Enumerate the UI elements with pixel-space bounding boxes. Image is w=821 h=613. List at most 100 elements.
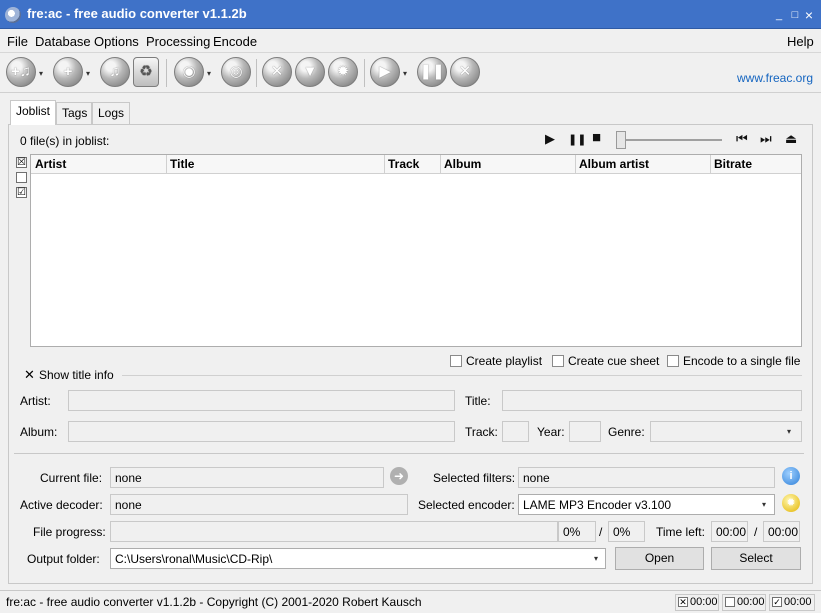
column-divider[interactable]: [575, 155, 576, 174]
toolbar-separator: [256, 59, 257, 87]
selected-filters-label: Selected filters:: [433, 471, 516, 485]
encoder-settings-icon[interactable]: ✹: [782, 494, 800, 512]
album-field: [68, 421, 455, 442]
output-folder-input[interactable]: C:\Users\ronal\Music\CD-Rip\: [110, 548, 606, 569]
status-bar: fre:ac - free audio converter v1.1.2b - …: [0, 590, 821, 613]
query-cddb-dropdown[interactable]: ▾: [207, 69, 211, 78]
menu-encode[interactable]: Encode: [213, 34, 257, 49]
create-cue-sheet-label[interactable]: Create cue sheet: [568, 354, 659, 368]
menu-options[interactable]: Options: [94, 34, 139, 49]
status-checkbox-icon: ✕: [678, 597, 688, 608]
status-cell-unchecked: 00:00: [722, 594, 766, 611]
year-label: Year:: [537, 425, 565, 439]
genre-select: [650, 421, 802, 442]
output-folder-dropdown-arrow[interactable]: ▾: [594, 554, 598, 563]
time-left-label: Time left:: [656, 525, 705, 539]
filter-icon[interactable]: ▼: [295, 57, 325, 87]
create-playlist-checkbox[interactable]: [450, 355, 462, 367]
settings-gear-icon[interactable]: ✹: [328, 57, 358, 87]
toggle-check-button[interactable]: ☑: [16, 187, 27, 198]
check-none-button[interactable]: [16, 172, 27, 183]
active-decoder-field: none: [110, 494, 408, 515]
query-cddb-icon[interactable]: ◉: [174, 57, 204, 87]
show-title-info-label[interactable]: Show title info: [39, 368, 114, 382]
skip-file-icon[interactable]: ➜: [390, 467, 408, 485]
pause-button[interactable]: ❚❚: [568, 133, 586, 146]
start-encoding-dropdown[interactable]: ▾: [403, 69, 407, 78]
stop-encoding-icon[interactable]: ✕: [450, 57, 480, 87]
tab-logs[interactable]: Logs: [92, 102, 130, 124]
seek-slider-thumb[interactable]: [616, 131, 626, 149]
stop-button[interactable]: ■: [592, 129, 601, 146]
tab-joblist[interactable]: Joblist: [10, 100, 56, 125]
column-divider[interactable]: [166, 155, 167, 174]
configure-icon[interactable]: ✕: [262, 57, 292, 87]
show-title-info-checkbox[interactable]: ✕: [24, 368, 35, 381]
menu-file[interactable]: File: [7, 34, 28, 49]
joblist-header: Artist Title Track Album Album artist Bi…: [31, 155, 801, 174]
next-track-button[interactable]: ⏭: [760, 131, 772, 147]
open-button[interactable]: Open: [615, 547, 704, 570]
current-file-field: none: [110, 467, 384, 488]
clear-joblist-icon[interactable]: ♻: [133, 57, 159, 87]
minimize-button[interactable]: _: [773, 9, 785, 21]
track-label: Track:: [465, 425, 498, 439]
menu-bar: File Database Options Processing Encode …: [0, 29, 821, 53]
selected-filters-field: none: [518, 467, 775, 488]
encode-single-file-label[interactable]: Encode to a single file: [683, 354, 800, 368]
submit-cddb-icon[interactable]: ◎: [221, 57, 251, 87]
status-time: 00:00: [690, 596, 718, 608]
column-divider[interactable]: [384, 155, 385, 174]
tab-tags[interactable]: Tags: [56, 102, 92, 124]
pause-encoding-icon[interactable]: ❚❚: [417, 57, 447, 87]
encoder-select[interactable]: LAME MP3 Encoder v3.100: [518, 494, 775, 515]
column-title[interactable]: Title: [170, 157, 194, 171]
app-icon[interactable]: [5, 7, 21, 23]
check-all-button[interactable]: ☒: [16, 157, 27, 168]
seek-slider-track[interactable]: [622, 139, 722, 141]
column-divider[interactable]: [710, 155, 711, 174]
start-encoding-icon[interactable]: ▶: [370, 57, 400, 87]
status-checkbox-icon: [725, 597, 735, 608]
maximize-button[interactable]: □: [789, 9, 801, 21]
menu-help[interactable]: Help: [787, 34, 814, 49]
column-divider[interactable]: [440, 155, 441, 174]
status-checkbox-icon: ✓: [772, 597, 782, 608]
column-bitrate[interactable]: Bitrate: [714, 157, 752, 171]
track-field: [502, 421, 529, 442]
year-field: [569, 421, 601, 442]
website-link[interactable]: www.freac.org: [737, 71, 813, 85]
status-text: fre:ac - free audio converter v1.1.2b - …: [6, 595, 422, 609]
joblist-count: 0 file(s) in joblist:: [20, 134, 110, 148]
create-playlist-label[interactable]: Create playlist: [466, 354, 542, 368]
joblist-table[interactable]: Artist Title Track Album Album artist Bi…: [30, 154, 802, 347]
encoder-dropdown-arrow[interactable]: ▾: [762, 500, 766, 509]
select-button[interactable]: Select: [711, 547, 801, 570]
toolbar-separator: [166, 59, 167, 87]
create-cue-sheet-checkbox[interactable]: [552, 355, 564, 367]
add-folder-dropdown[interactable]: ▾: [86, 69, 90, 78]
column-album[interactable]: Album: [444, 157, 481, 171]
play-button[interactable]: ▶: [545, 131, 555, 147]
encode-single-file-checkbox[interactable]: [667, 355, 679, 367]
title-label: Title:: [465, 394, 491, 408]
add-files-icon[interactable]: +♫: [6, 57, 36, 87]
window-title: fre:ac - free audio converter v1.1.2b: [27, 6, 247, 21]
add-folder-icon[interactable]: +: [53, 57, 83, 87]
status-time: 00:00: [737, 596, 765, 608]
add-files-dropdown[interactable]: ▾: [39, 69, 43, 78]
close-button[interactable]: ×: [803, 8, 815, 22]
menu-database[interactable]: Database: [35, 34, 91, 49]
column-album-artist[interactable]: Album artist: [579, 157, 649, 171]
column-track[interactable]: Track: [388, 157, 419, 171]
current-file-label: Current file:: [40, 471, 103, 485]
filters-info-icon[interactable]: i: [782, 467, 800, 485]
title-field: [502, 390, 802, 411]
audio-cd-icon[interactable]: ♫: [100, 57, 130, 87]
column-artist[interactable]: Artist: [35, 157, 66, 171]
genre-dropdown-arrow: ▾: [787, 427, 792, 436]
menu-processing[interactable]: Processing: [146, 34, 210, 49]
eject-button[interactable]: ⏏: [785, 131, 797, 147]
title-bar: fre:ac - free audio converter v1.1.2b _ …: [0, 0, 821, 29]
previous-track-button[interactable]: ⏮: [736, 131, 748, 147]
